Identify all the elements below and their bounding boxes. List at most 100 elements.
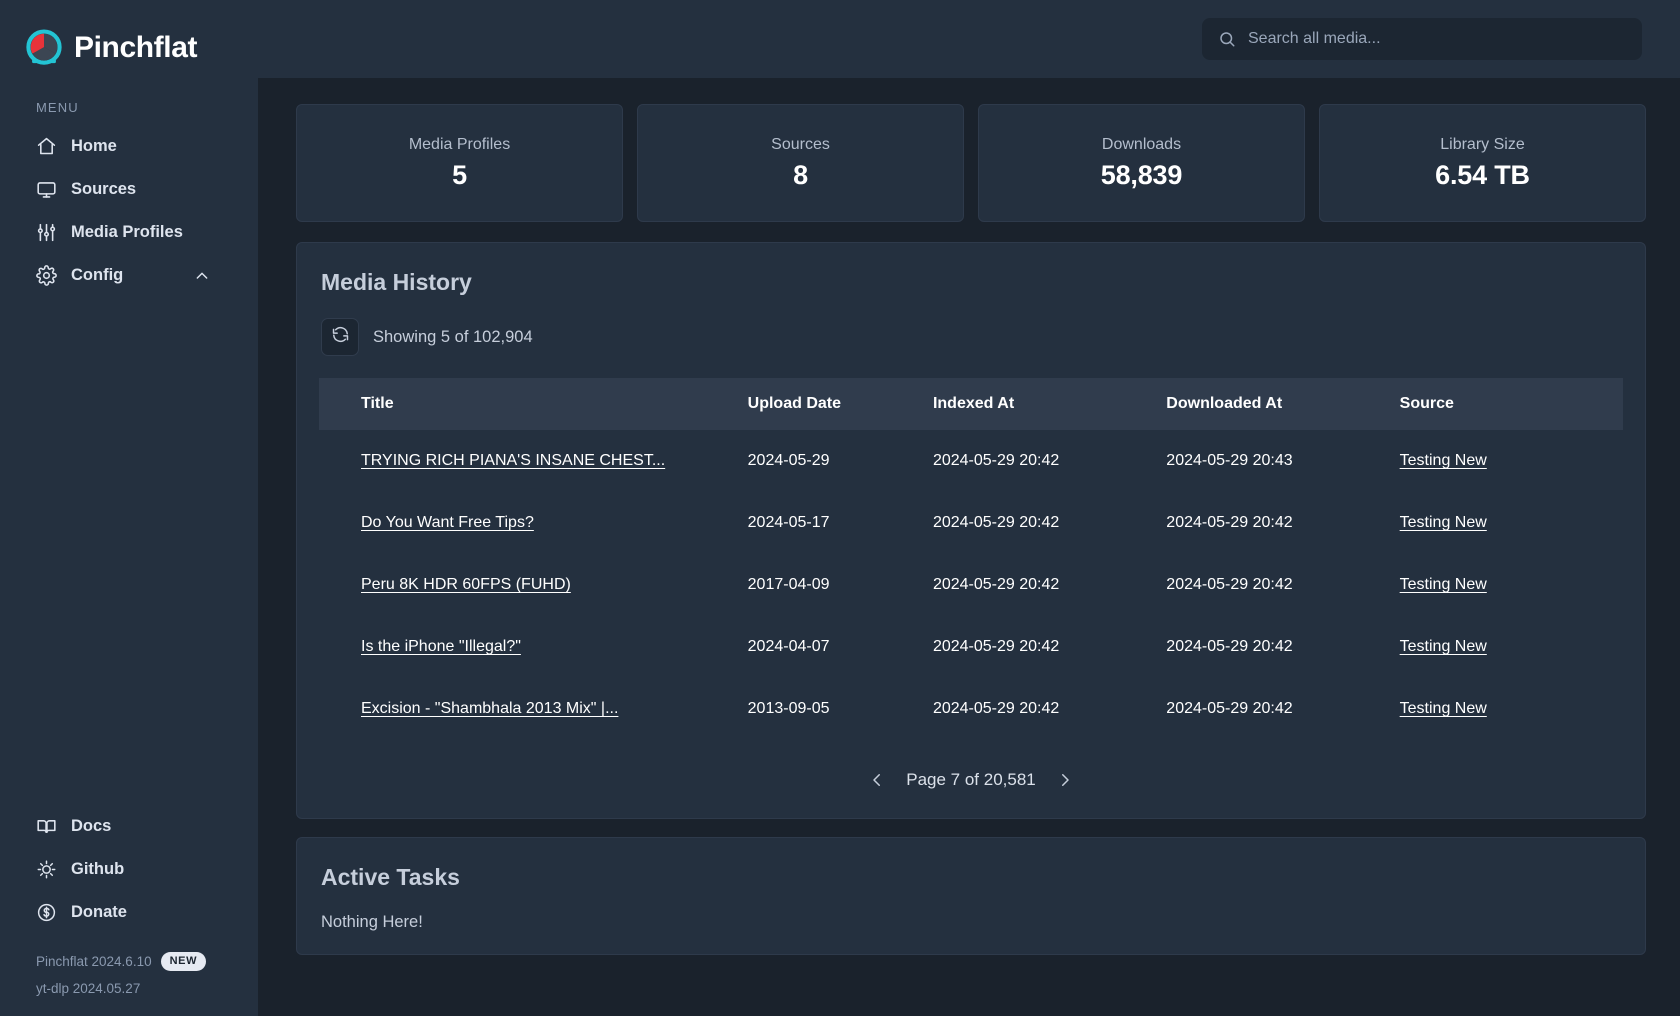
stat-value: 8 [793, 160, 808, 191]
refresh-button[interactable] [321, 318, 359, 356]
sidebar-item-config[interactable]: Config [0, 254, 258, 297]
refresh-icon [331, 325, 350, 349]
book-icon [36, 816, 57, 837]
sidebar-item-label: Docs [71, 817, 111, 836]
sidebar-item-media-profiles[interactable]: Media Profiles [0, 211, 258, 254]
table-row: TRYING RICH PIANA'S INSANE CHEST... 2024… [319, 430, 1623, 492]
app-version-label: Pinchflat 2024.6.10 [36, 948, 152, 975]
cell-source: Testing New [1390, 492, 1623, 554]
sidebar-item-label: Donate [71, 903, 127, 922]
cell-upload-date: 2013-09-05 [738, 678, 923, 740]
cell-title: Do You Want Free Tips? [319, 492, 738, 554]
gear-icon [36, 265, 57, 286]
table-header: Title Upload Date Indexed At Downloaded … [319, 378, 1623, 430]
stats-row: Media Profiles 5 Sources 8 Downloads 58,… [296, 104, 1646, 222]
source-link[interactable]: Testing New [1400, 514, 1487, 531]
cell-downloaded-at: 2024-05-29 20:42 [1156, 616, 1389, 678]
showing-row: Showing 5 of 102,904 [319, 318, 1623, 356]
cell-source: Testing New [1390, 554, 1623, 616]
sidebar-item-label: Config [71, 266, 123, 285]
brand[interactable]: Pinchflat [0, 0, 258, 78]
source-link[interactable]: Testing New [1400, 700, 1487, 717]
media-title-link[interactable]: Is the iPhone "Illegal?" [361, 638, 521, 655]
source-link[interactable]: Testing New [1400, 638, 1487, 655]
app-version-line: Pinchflat 2024.6.10 NEW [36, 948, 258, 975]
sidebar: Pinchflat MENU Home Sources Media P [0, 0, 258, 1016]
cell-indexed-at: 2024-05-29 20:42 [923, 430, 1156, 492]
page-title: Media History [319, 269, 1623, 296]
chevron-up-icon[interactable] [194, 268, 210, 284]
sidebar-item-donate[interactable]: Donate [0, 891, 258, 934]
source-link[interactable]: Testing New [1400, 576, 1487, 593]
sidebar-item-sources[interactable]: Sources [0, 168, 258, 211]
media-title-link[interactable]: TRYING RICH PIANA'S INSANE CHEST... [361, 452, 665, 469]
cell-indexed-at: 2024-05-29 20:42 [923, 554, 1156, 616]
stat-label: Sources [771, 136, 830, 154]
cell-source: Testing New [1390, 678, 1623, 740]
search-bar[interactable] [1202, 18, 1642, 60]
cog-icon [36, 859, 57, 880]
content-area: Media Profiles 5 Sources 8 Downloads 58,… [258, 78, 1680, 1016]
cell-title: Peru 8K HDR 60FPS (FUHD) [319, 554, 738, 616]
showing-count-text: Showing 5 of 102,904 [373, 328, 533, 347]
stat-card-sources[interactable]: Sources 8 [637, 104, 964, 222]
ytdlp-version-line: yt-dlp 2024.05.27 [36, 975, 258, 1002]
column-header-downloaded-at[interactable]: Downloaded At [1156, 378, 1389, 430]
cell-downloaded-at: 2024-05-29 20:43 [1156, 430, 1389, 492]
column-header-upload-date[interactable]: Upload Date [738, 378, 923, 430]
cell-indexed-at: 2024-05-29 20:42 [923, 492, 1156, 554]
media-history-table: Title Upload Date Indexed At Downloaded … [319, 378, 1623, 740]
table-row: Is the iPhone "Illegal?" 2024-04-07 2024… [319, 616, 1623, 678]
cell-source: Testing New [1390, 430, 1623, 492]
table-row: Peru 8K HDR 60FPS (FUHD) 2017-04-09 2024… [319, 554, 1623, 616]
sidebar-item-label: Home [71, 137, 117, 156]
table-row: Do You Want Free Tips? 2024-05-17 2024-0… [319, 492, 1623, 554]
brand-name: Pinchflat [74, 33, 197, 63]
column-header-source[interactable]: Source [1390, 378, 1623, 430]
pagination: Page 7 of 20,581 [319, 740, 1623, 796]
stat-card-media-profiles[interactable]: Media Profiles 5 [296, 104, 623, 222]
cell-downloaded-at: 2024-05-29 20:42 [1156, 492, 1389, 554]
active-tasks-empty-text: Nothing Here! [319, 913, 1623, 932]
stat-label: Downloads [1102, 136, 1181, 154]
sidebar-item-label: Media Profiles [71, 223, 183, 242]
topbar [258, 0, 1680, 78]
sidebar-item-home[interactable]: Home [0, 125, 258, 168]
version-block: Pinchflat 2024.6.10 NEW yt-dlp 2024.05.2… [0, 934, 258, 1002]
search-input[interactable] [1248, 30, 1626, 48]
sidebar-item-label: Sources [71, 180, 136, 199]
media-title-link[interactable]: Peru 8K HDR 60FPS (FUHD) [361, 576, 571, 593]
sidebar-support-nav: Docs Github Donate [0, 805, 258, 934]
cell-upload-date: 2017-04-09 [738, 554, 923, 616]
cell-downloaded-at: 2024-05-29 20:42 [1156, 554, 1389, 616]
stat-card-downloads[interactable]: Downloads 58,839 [978, 104, 1305, 222]
chevron-right-icon[interactable] [1056, 771, 1074, 789]
stat-value: 58,839 [1101, 160, 1182, 191]
page-indicator: Page 7 of 20,581 [906, 770, 1036, 790]
sidebar-nav: Home Sources Media Profiles Config [0, 125, 258, 297]
cell-upload-date: 2024-05-29 [738, 430, 923, 492]
media-title-link[interactable]: Do You Want Free Tips? [361, 514, 534, 531]
dollar-circle-icon [36, 902, 57, 923]
media-history-panel: Media History Showing 5 of 102,904 [296, 242, 1646, 819]
monitor-icon [36, 179, 57, 200]
cell-source: Testing New [1390, 616, 1623, 678]
column-header-indexed-at[interactable]: Indexed At [923, 378, 1156, 430]
home-icon [36, 136, 57, 157]
cell-indexed-at: 2024-05-29 20:42 [923, 616, 1156, 678]
source-link[interactable]: Testing New [1400, 452, 1487, 469]
chevron-left-icon[interactable] [868, 771, 886, 789]
media-title-link[interactable]: Excision - "Shambhala 2013 Mix" |... [361, 700, 618, 717]
search-icon [1218, 30, 1236, 48]
stat-card-library-size[interactable]: Library Size 6.54 TB [1319, 104, 1646, 222]
new-version-badge[interactable]: NEW [161, 952, 206, 970]
app-root: Pinchflat MENU Home Sources Media P [0, 0, 1680, 1016]
column-header-title[interactable]: Title [319, 378, 738, 430]
active-tasks-title: Active Tasks [319, 864, 1623, 891]
sidebar-item-github[interactable]: Github [0, 848, 258, 891]
ytdlp-version-label: yt-dlp 2024.05.27 [36, 975, 140, 1002]
cell-title: TRYING RICH PIANA'S INSANE CHEST... [319, 430, 738, 492]
cell-upload-date: 2024-05-17 [738, 492, 923, 554]
sidebar-item-docs[interactable]: Docs [0, 805, 258, 848]
table-row: Excision - "Shambhala 2013 Mix" |... 201… [319, 678, 1623, 740]
